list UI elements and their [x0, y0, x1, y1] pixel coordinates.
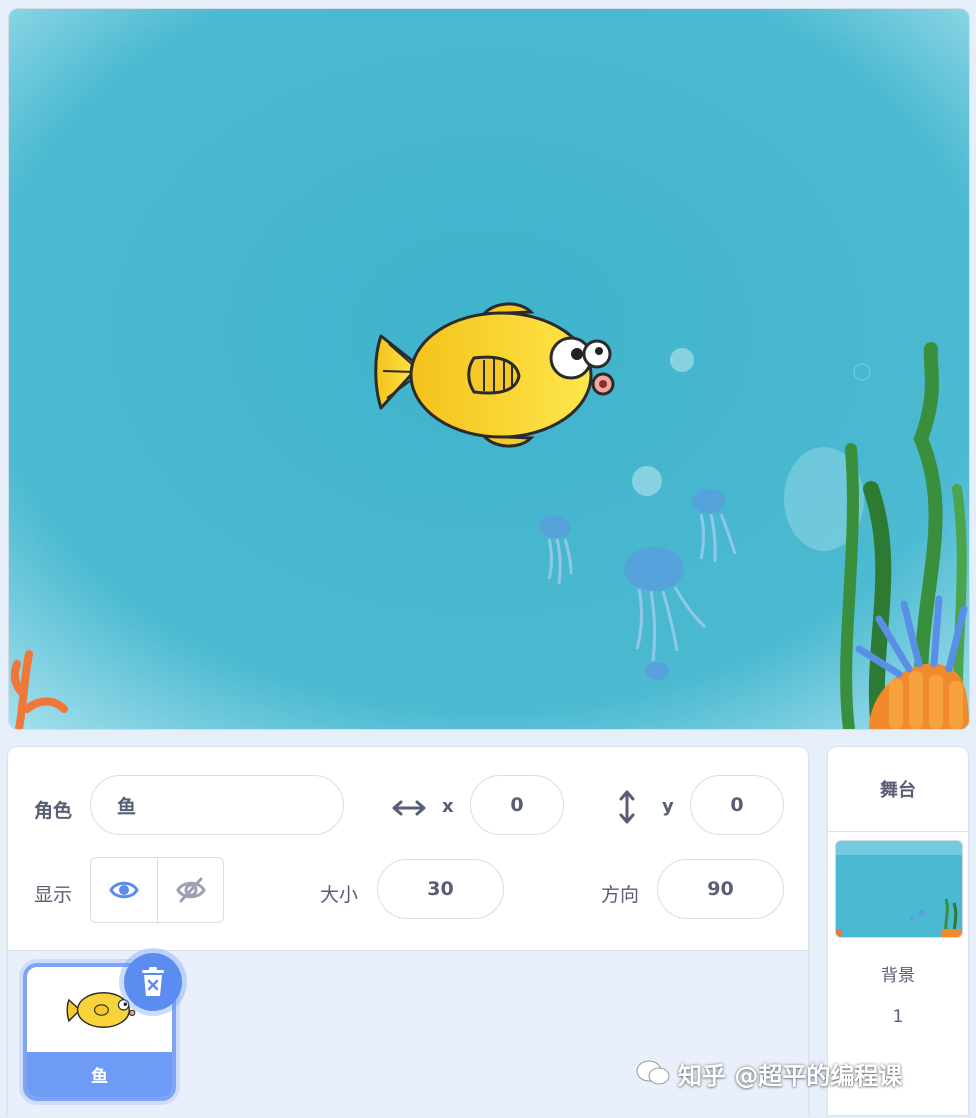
hide-button[interactable]: [158, 858, 224, 922]
size-label: 大小: [320, 884, 359, 906]
show-label: 显示: [34, 884, 73, 906]
chat-bubble-icon: [636, 1060, 670, 1085]
watermark-text: 知乎 @超平的编程课: [678, 1061, 903, 1090]
stage-canvas[interactable]: [8, 8, 970, 730]
y-label: y: [662, 796, 674, 817]
vertical-arrow-icon: [614, 789, 640, 825]
eye-off-icon: [176, 877, 206, 903]
show-button[interactable]: [91, 858, 157, 922]
y-position-input[interactable]: 0: [690, 775, 784, 835]
direction-input[interactable]: 90: [657, 859, 784, 919]
backdrop-thumbnail[interactable]: [835, 840, 963, 938]
horizontal-arrow-icon: [392, 795, 426, 821]
x-label: x: [442, 796, 454, 817]
watermark: 知乎 @超平的编程课: [636, 1054, 902, 1092]
delete-sprite-button[interactable]: [124, 953, 182, 1011]
sprite-properties: 角色 鱼 x 0 y 0 显示 大小 30 方向 90: [8, 747, 808, 950]
backdrop-label: 背景: [881, 966, 915, 986]
sprite-tile-label: 鱼: [27, 1052, 172, 1097]
sprite-name-label: 角色: [34, 800, 73, 822]
sprite-name-input[interactable]: 鱼: [90, 775, 344, 835]
direction-label: 方向: [601, 884, 640, 906]
backdrop-count: 1: [892, 1007, 904, 1027]
sprite-list: 鱼: [8, 950, 808, 1118]
eye-icon: [109, 881, 139, 899]
visibility-toggle: [90, 857, 224, 923]
x-position-input[interactable]: 0: [470, 775, 564, 835]
trash-icon: [142, 967, 164, 996]
stage-title: 舞台: [828, 747, 968, 832]
size-input[interactable]: 30: [377, 859, 504, 919]
